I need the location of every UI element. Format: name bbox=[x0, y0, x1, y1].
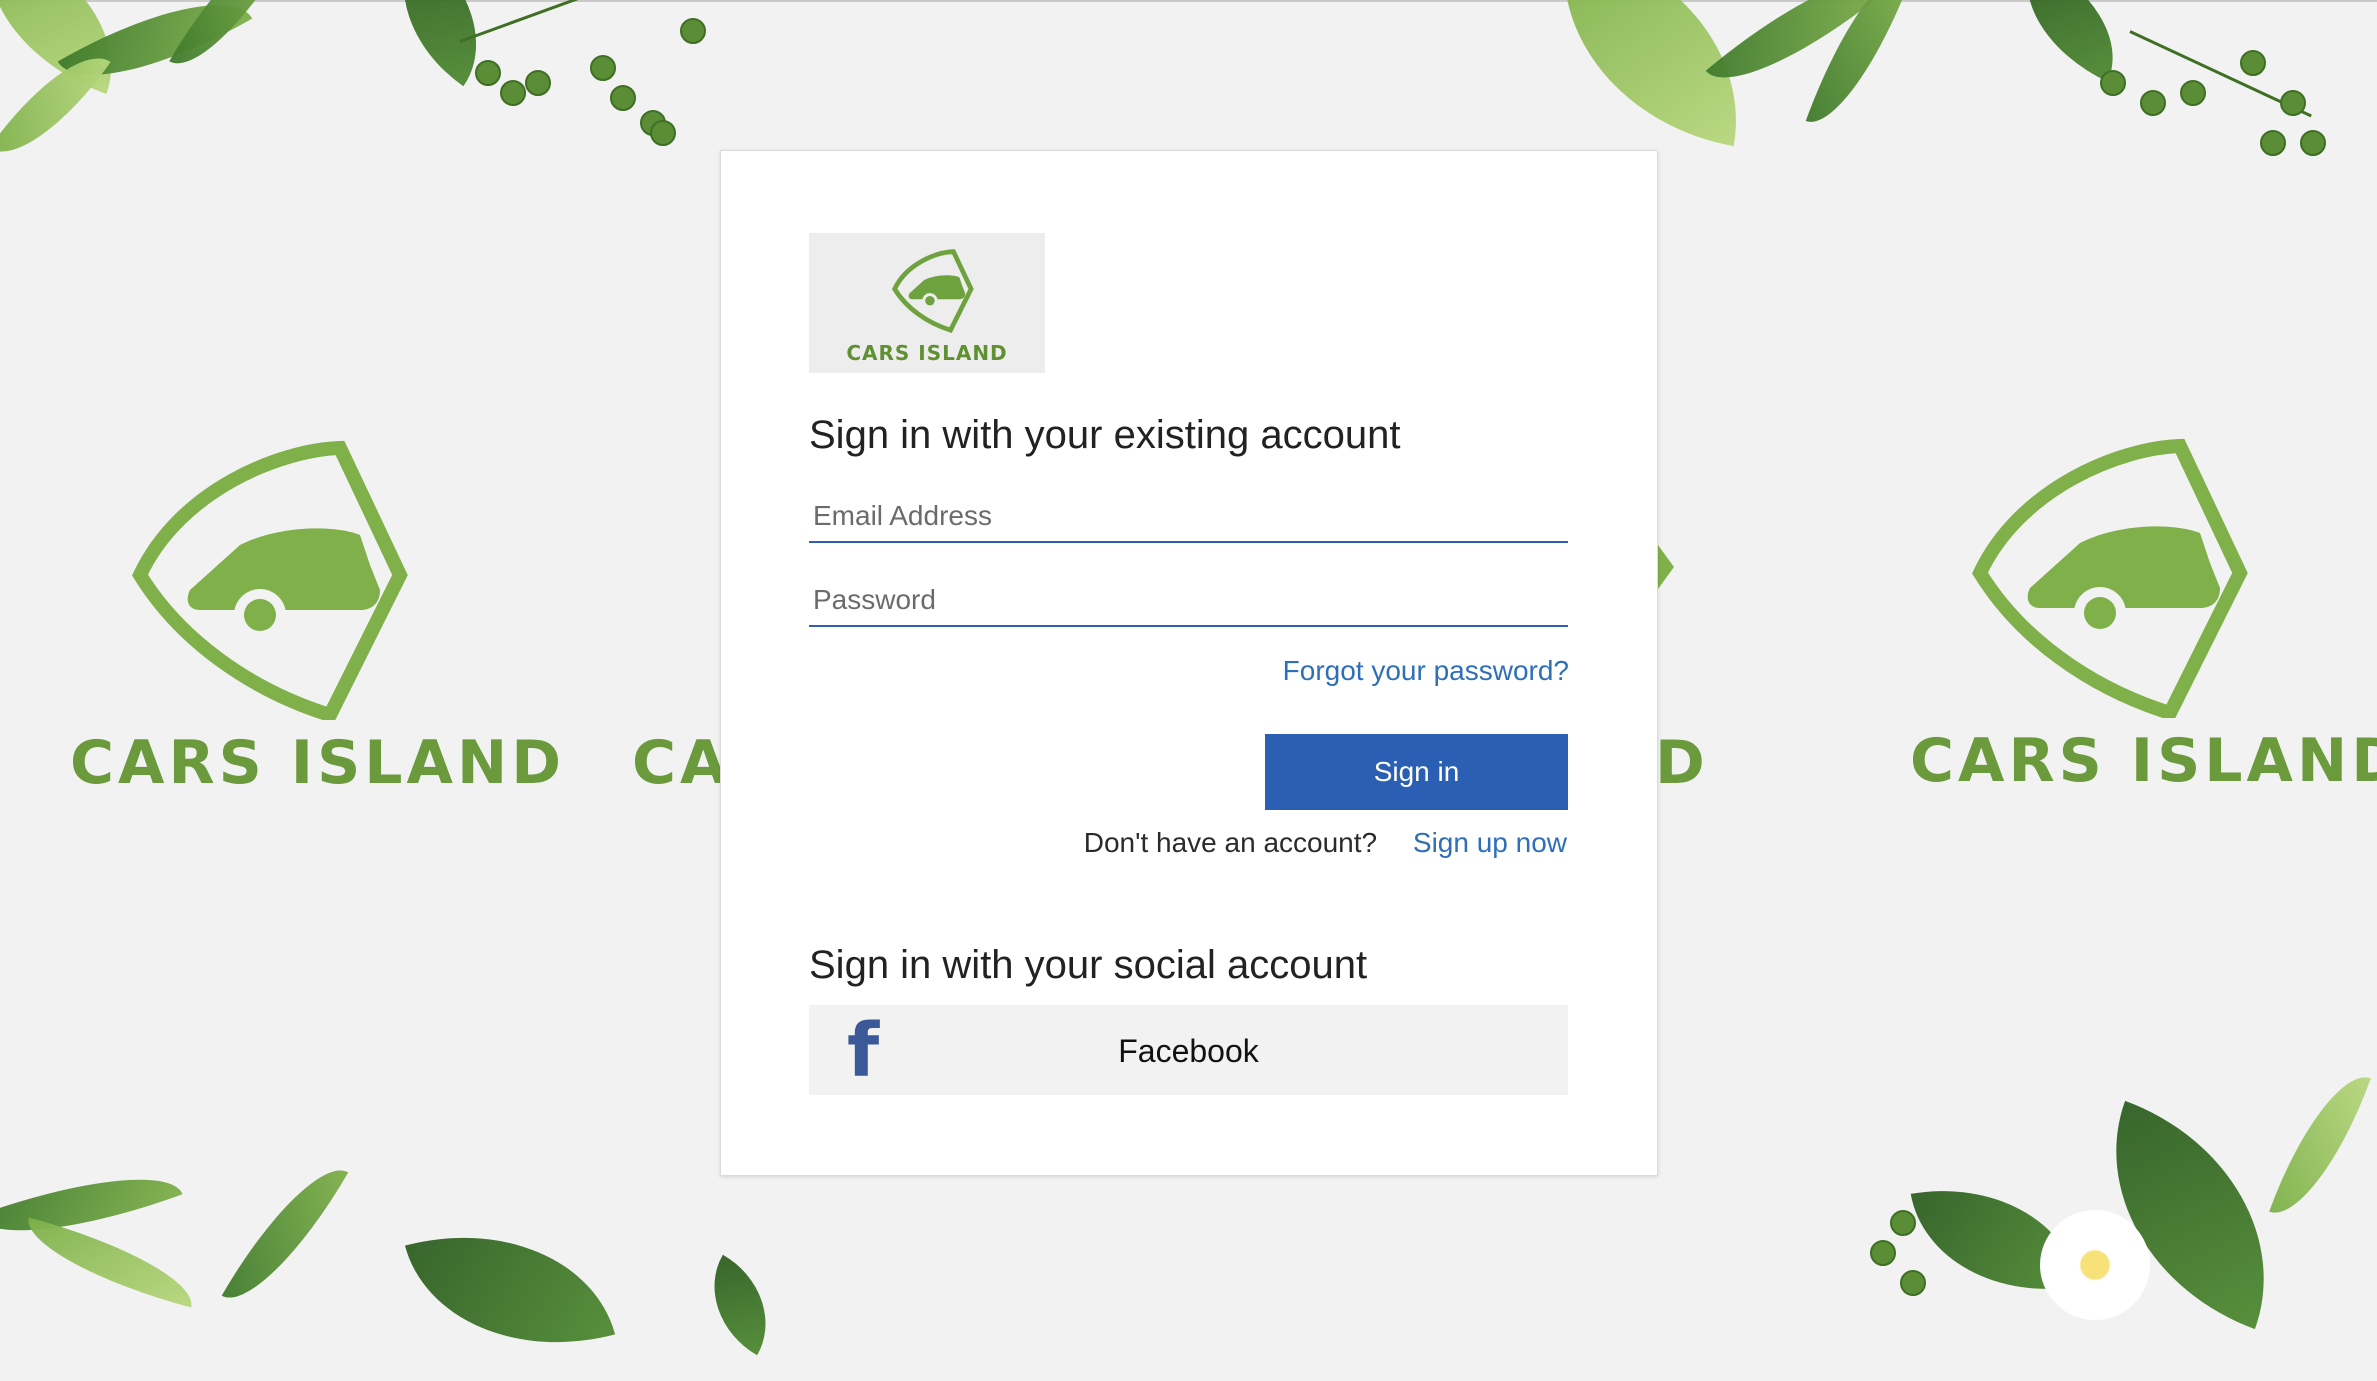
background-logo-right: CARS ISLAND bbox=[1910, 428, 2377, 796]
password-field[interactable] bbox=[809, 575, 1568, 627]
sign-up-link[interactable]: Sign up now bbox=[1413, 827, 1567, 858]
email-field[interactable] bbox=[809, 491, 1568, 543]
background-wordmark-partial-right: D bbox=[1655, 728, 1709, 798]
car-logo-icon bbox=[1972, 438, 2248, 718]
background-wordmark: CARS ISLAND bbox=[1910, 726, 2377, 796]
background-logo-partial-right bbox=[1658, 545, 1674, 589]
background-wordmark-partial-left: CA bbox=[632, 728, 731, 798]
facebook-button[interactable]: f Facebook bbox=[809, 1005, 1568, 1095]
sign-in-heading: Sign in with your existing account bbox=[809, 413, 1401, 457]
signup-row: Don't have an account? Sign up now bbox=[1084, 827, 1567, 859]
sign-in-button[interactable]: Sign in bbox=[1265, 734, 1568, 810]
logo-wordmark: CARS ISLAND bbox=[846, 341, 1008, 365]
car-logo-icon bbox=[132, 440, 408, 720]
sign-in-card: CARS ISLAND Sign in with your existing a… bbox=[720, 150, 1658, 1176]
signup-prompt: Don't have an account? bbox=[1083, 827, 1378, 858]
car-logo-icon bbox=[891, 249, 974, 334]
brand-logo: CARS ISLAND bbox=[809, 233, 1045, 373]
leaves-top-right bbox=[1536, 0, 2377, 200]
forgot-password-link[interactable]: Forgot your password? bbox=[1283, 655, 1569, 687]
background-wordmark: CARS ISLAND bbox=[70, 728, 565, 798]
leaves-top-left bbox=[0, 0, 720, 220]
background-logo-left: CARS ISLAND bbox=[70, 430, 565, 798]
social-heading: Sign in with your social account bbox=[809, 943, 1368, 987]
facebook-label: Facebook bbox=[1118, 1033, 1259, 1069]
leaves-bottom-right bbox=[1860, 1061, 2377, 1330]
